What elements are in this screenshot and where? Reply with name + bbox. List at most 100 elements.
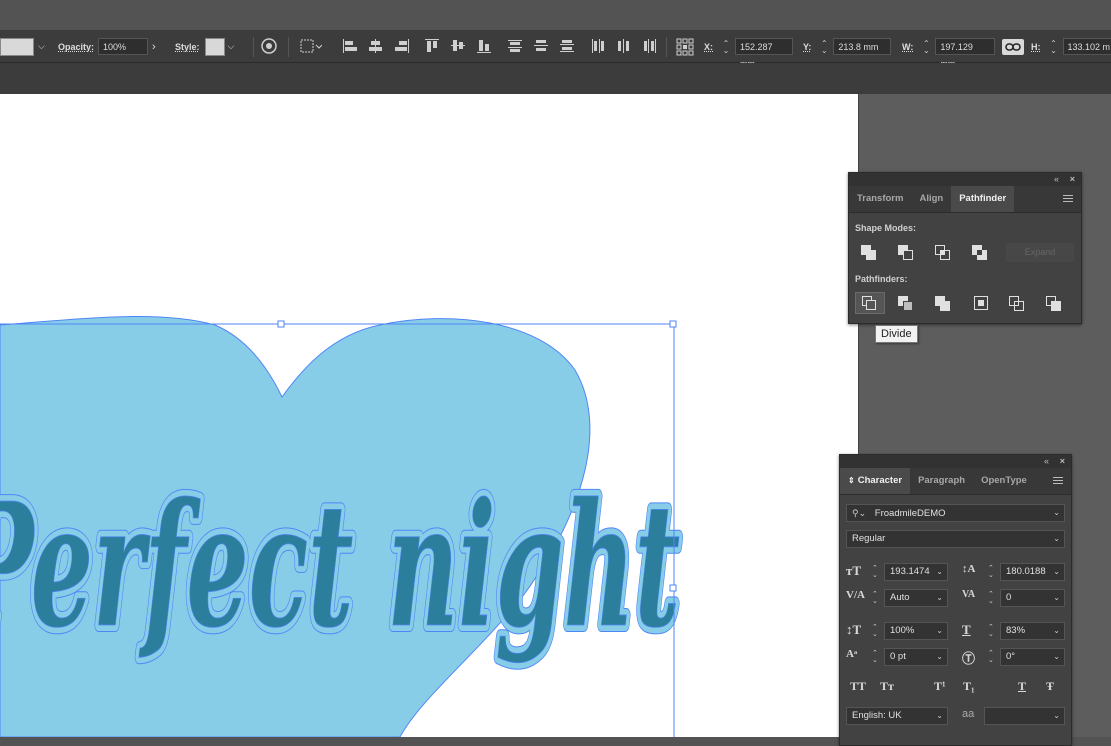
crop-icon[interactable] bbox=[968, 292, 998, 314]
opacity-label[interactable]: Opacity: bbox=[58, 42, 94, 52]
merge-icon[interactable] bbox=[931, 292, 961, 314]
h-stepper-icon[interactable]: ⌃⌄ bbox=[1049, 40, 1059, 54]
chevron-right-icon[interactable]: › bbox=[152, 41, 156, 53]
artboard[interactable]: Perfect night Perfect night Perfect nigh… bbox=[0, 94, 859, 737]
leading-stepper-icon[interactable]: ⌃⌄ bbox=[988, 565, 994, 579]
separator bbox=[253, 37, 254, 57]
y-field[interactable]: 213.8 mm bbox=[833, 38, 891, 55]
h-label: H: bbox=[1031, 42, 1041, 52]
horizontal-distribute-right-icon[interactable] bbox=[642, 38, 658, 54]
vertical-distribute-bottom-icon[interactable] bbox=[559, 38, 575, 54]
vertical-align-top-icon[interactable] bbox=[424, 38, 440, 54]
anti-aliasing-icon: aa bbox=[962, 708, 974, 720]
exclude-icon[interactable] bbox=[968, 241, 998, 263]
chevron-down-icon[interactable]: ⌄ bbox=[1053, 531, 1060, 547]
rotation-stepper-icon[interactable]: ⌃⌄ bbox=[988, 650, 994, 664]
outline-icon[interactable] bbox=[1005, 292, 1035, 314]
chevron-down-icon[interactable]: ⌵ bbox=[228, 41, 235, 52]
separator bbox=[666, 37, 667, 57]
tab-transform[interactable]: Transform bbox=[849, 186, 911, 212]
tracking-stepper-icon[interactable]: ⌃⌄ bbox=[988, 591, 994, 605]
pathfinders-label: Pathfinders: bbox=[855, 274, 908, 284]
graphic-style-swatch[interactable] bbox=[205, 38, 225, 56]
artwork-text[interactable]: Perfect night bbox=[0, 466, 680, 666]
horizontal-distribute-center-icon[interactable] bbox=[616, 38, 632, 54]
align-to-selection-icon[interactable] bbox=[300, 38, 316, 54]
w-label: W: bbox=[902, 42, 913, 52]
stroke-weight-field[interactable] bbox=[0, 38, 34, 56]
tracking-icon: VA bbox=[962, 589, 975, 600]
reference-point-icon[interactable] bbox=[676, 38, 692, 54]
horizontal-align-center-icon[interactable] bbox=[368, 38, 384, 54]
constrain-proportions-link-icon[interactable] bbox=[1002, 39, 1024, 55]
chevron-down-icon[interactable]: ⌄ bbox=[1053, 505, 1060, 521]
horizontal-align-right-icon[interactable] bbox=[394, 38, 410, 54]
underline-button[interactable]: T bbox=[1018, 679, 1026, 694]
panel-header: « × bbox=[849, 173, 1081, 186]
h-field[interactable]: 133.102 m bbox=[1063, 38, 1111, 55]
control-bar: ⌵ Opacity: 100% › Style: ⌵ X: ⌃⌄ 152.287… bbox=[0, 31, 1111, 63]
w-field[interactable]: 197.129 mm bbox=[935, 38, 995, 55]
vertical-align-bottom-icon[interactable] bbox=[476, 38, 492, 54]
horizontal-scale-stepper-icon[interactable]: ⌃⌄ bbox=[988, 624, 994, 638]
collapse-icon[interactable]: « bbox=[1054, 174, 1059, 184]
rotation-field[interactable]: 0°⌄ bbox=[1000, 648, 1065, 666]
collapse-icon[interactable]: « bbox=[1044, 456, 1049, 466]
tracking-field[interactable]: 0⌄ bbox=[1000, 589, 1065, 607]
anti-aliasing-select[interactable]: ⌄ bbox=[984, 707, 1065, 725]
font-size-field[interactable]: 193.1474⌄ bbox=[884, 563, 948, 581]
separator bbox=[288, 37, 289, 57]
kerning-stepper-icon[interactable]: ⌃⌄ bbox=[872, 591, 878, 605]
divide-icon[interactable] bbox=[855, 292, 885, 314]
minus-back-icon[interactable] bbox=[1042, 292, 1072, 314]
x-stepper-icon[interactable]: ⌃⌄ bbox=[721, 40, 731, 54]
font-style-field[interactable]: Regular ⌄ bbox=[846, 530, 1065, 548]
language-select[interactable]: English: UK⌄ bbox=[846, 707, 948, 725]
kerning-field[interactable]: Auto⌄ bbox=[884, 589, 948, 607]
leading-field[interactable]: 180.0188⌄ bbox=[1000, 563, 1065, 581]
tab-paragraph[interactable]: Paragraph bbox=[910, 468, 973, 494]
chevron-down-icon[interactable]: ⌵ bbox=[38, 41, 45, 52]
vertical-distribute-top-icon[interactable] bbox=[507, 38, 523, 54]
vertical-distribute-center-icon[interactable] bbox=[533, 38, 549, 54]
tab-pathfinder[interactable]: Pathfinder bbox=[951, 186, 1014, 212]
close-icon[interactable]: × bbox=[1060, 456, 1065, 466]
vertical-align-center-icon[interactable] bbox=[450, 38, 466, 54]
vertical-scale-stepper-icon[interactable]: ⌃⌄ bbox=[872, 624, 878, 638]
all-caps-button[interactable]: TT bbox=[850, 679, 866, 694]
divide-tooltip: Divide bbox=[875, 325, 918, 343]
recolor-artwork-icon[interactable] bbox=[261, 38, 277, 54]
unite-icon[interactable] bbox=[857, 241, 887, 263]
small-caps-button[interactable]: Tт bbox=[880, 679, 894, 694]
panel-menu-icon[interactable] bbox=[1063, 195, 1073, 204]
intersect-icon[interactable] bbox=[931, 241, 961, 263]
font-family-field[interactable]: ⚲⌄ FroadmileDEMO ⌄ bbox=[846, 504, 1065, 522]
horizontal-scale-icon: T bbox=[962, 622, 971, 638]
opacity-field[interactable]: 100% bbox=[98, 38, 148, 55]
minus-front-icon[interactable] bbox=[894, 241, 924, 263]
horizontal-align-left-icon[interactable] bbox=[342, 38, 358, 54]
baseline-shift-field[interactable]: 0 pt⌄ bbox=[884, 648, 948, 666]
panel-menu-icon[interactable] bbox=[1053, 477, 1063, 486]
close-icon[interactable]: × bbox=[1070, 174, 1075, 184]
tab-align[interactable]: Align bbox=[911, 186, 951, 212]
horizontal-distribute-left-icon[interactable] bbox=[590, 38, 606, 54]
font-size-icon: тT bbox=[846, 563, 861, 579]
w-stepper-icon[interactable]: ⌃⌄ bbox=[921, 40, 931, 54]
character-panel: « × ⇕Character Paragraph OpenType ⚲⌄ Fro… bbox=[839, 454, 1072, 746]
superscript-button[interactable]: T¹ bbox=[934, 679, 946, 694]
expand-button[interactable]: Expand bbox=[1006, 243, 1074, 262]
subscript-button[interactable]: T₁ bbox=[963, 679, 975, 694]
strikethrough-button[interactable]: Ŧ bbox=[1046, 679, 1054, 694]
y-stepper-icon[interactable]: ⌃⌄ bbox=[819, 40, 829, 54]
font-size-stepper-icon[interactable]: ⌃⌄ bbox=[872, 565, 878, 579]
character-tabs: ⇕Character Paragraph OpenType bbox=[840, 468, 1071, 495]
vertical-scale-field[interactable]: 100%⌄ bbox=[884, 622, 948, 640]
baseline-shift-stepper-icon[interactable]: ⌃⌄ bbox=[872, 650, 878, 664]
x-field[interactable]: 152.287 mm bbox=[735, 38, 793, 55]
tab-character[interactable]: ⇕Character bbox=[840, 468, 910, 494]
trim-icon[interactable] bbox=[894, 292, 924, 314]
search-icon: ⚲⌄ bbox=[852, 508, 866, 518]
tab-opentype[interactable]: OpenType bbox=[973, 468, 1035, 494]
horizontal-scale-field[interactable]: 83%⌄ bbox=[1000, 622, 1065, 640]
